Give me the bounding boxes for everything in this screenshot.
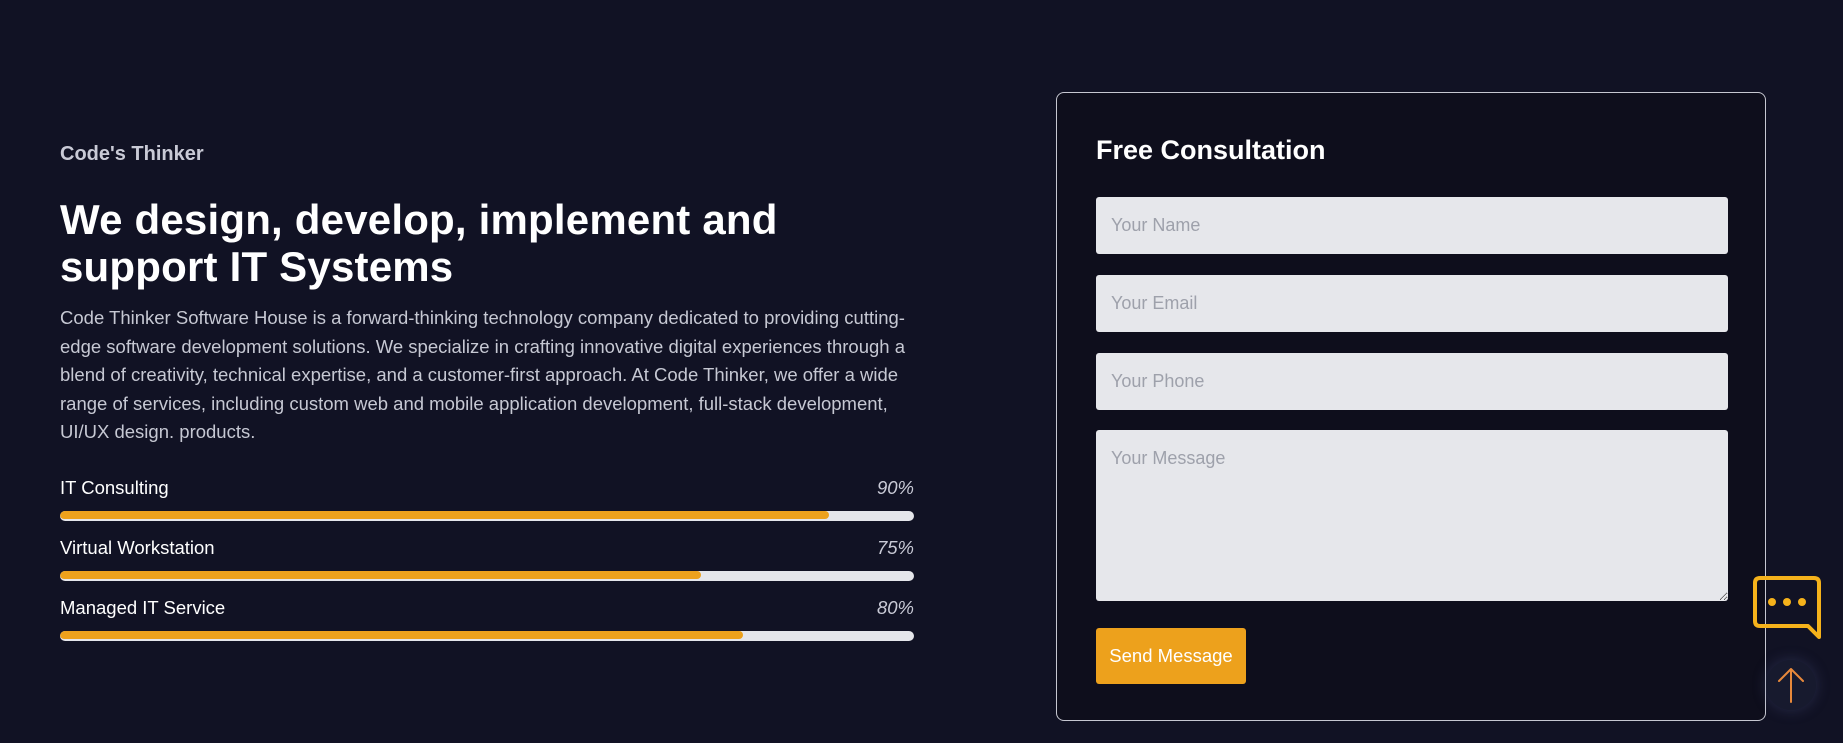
company-description: Code Thinker Software House is a forward… xyxy=(60,307,905,443)
skill-header: Managed IT Service 80% xyxy=(60,597,914,621)
about-section: Code's Thinker We design, develop, imple… xyxy=(60,140,915,657)
consultation-form: Free Consultation Send Message xyxy=(1056,92,1766,721)
progress-fill xyxy=(60,570,701,579)
skill-header: Virtual Workstation 75% xyxy=(60,537,914,561)
scroll-to-top-button[interactable] xyxy=(1766,660,1816,710)
section-headline: We design, develop, implement and suppor… xyxy=(60,196,778,290)
chat-widget-button[interactable] xyxy=(1752,575,1822,643)
skill-name: IT Consulting xyxy=(60,476,169,498)
progress-fill xyxy=(60,630,744,639)
message-field[interactable] xyxy=(1096,430,1728,601)
progress-track xyxy=(60,510,914,521)
phone-field[interactable] xyxy=(1096,353,1728,410)
form-title: Free Consultation xyxy=(1096,135,1326,165)
name-field[interactable] xyxy=(1096,197,1728,254)
progress-fill xyxy=(60,510,829,519)
chat-bubble-icon xyxy=(1753,576,1821,639)
skill-virtual-workstation: Virtual Workstation 75% xyxy=(60,537,914,581)
arrow-up-icon xyxy=(1778,668,1804,703)
skill-percent: 80% xyxy=(876,596,914,618)
send-message-button[interactable]: Send Message xyxy=(1096,628,1246,684)
progress-track xyxy=(60,630,914,641)
skill-managed-it-service: Managed IT Service 80% xyxy=(60,597,914,641)
skill-name: Virtual Workstation xyxy=(60,536,215,558)
skill-header: IT Consulting 90% xyxy=(60,477,914,501)
email-field[interactable] xyxy=(1096,275,1728,332)
page: Code's Thinker We design, develop, imple… xyxy=(0,0,1843,743)
progress-track xyxy=(60,570,914,581)
skill-percent: 75% xyxy=(876,536,914,558)
skill-percent: 90% xyxy=(876,476,914,498)
section-eyebrow: Code's Thinker xyxy=(60,143,204,165)
skill-name: Managed IT Service xyxy=(60,596,226,618)
skill-it-consulting: IT Consulting 90% xyxy=(60,477,914,521)
